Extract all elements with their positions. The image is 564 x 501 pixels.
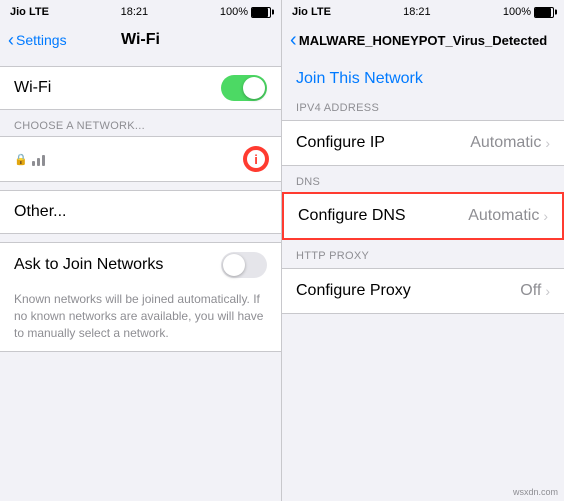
- join-network-link[interactable]: Join This Network: [282, 58, 564, 98]
- ask-join-row: Ask to Join Networks: [0, 243, 281, 287]
- configure-dns-label: Configure DNS: [298, 207, 406, 225]
- configure-ip-label: Configure IP: [296, 134, 385, 152]
- left-status-bar: Jio LTE 18:21 100%: [0, 0, 281, 22]
- wifi-toggle-label: Wi-Fi: [14, 79, 51, 97]
- http-proxy-section-header: HTTP PROXY: [282, 246, 564, 266]
- configure-proxy-value-text: Off: [520, 282, 541, 300]
- wifi-toggle[interactable]: [221, 75, 267, 101]
- dns-list: Configure DNS Automatic ›: [282, 192, 564, 240]
- configure-ip-value-text: Automatic: [470, 134, 541, 152]
- other-network-row[interactable]: Other...: [0, 190, 281, 234]
- left-carrier: Jio LTE: [10, 6, 49, 18]
- configure-dns-value-text: Automatic: [468, 207, 539, 225]
- left-back-button[interactable]: ‹ Settings: [8, 30, 67, 51]
- configure-proxy-row[interactable]: Configure Proxy Off ›: [282, 269, 564, 313]
- ipv4-section-header: IPV4 ADDRESS: [282, 98, 564, 118]
- right-panel: Jio LTE 18:21 100% ‹ MALWARE_HONEYPOT_Vi…: [282, 0, 564, 501]
- right-back-chevron-icon: ‹: [290, 29, 297, 52]
- configure-dns-chevron-icon: ›: [543, 208, 548, 224]
- right-battery-icon: [534, 7, 554, 18]
- left-time: 18:21: [121, 6, 149, 18]
- right-nav-bar: ‹ MALWARE_HONEYPOT_Virus_Detected: [282, 22, 564, 58]
- ask-join-section: Ask to Join Networks Known networks will…: [0, 242, 281, 352]
- right-nav-title: MALWARE_HONEYPOT_Virus_Detected: [299, 33, 547, 48]
- other-network-label: Other...: [14, 203, 66, 221]
- wifi-toggle-row: Wi-Fi: [14, 67, 267, 109]
- http-proxy-list: Configure Proxy Off ›: [282, 268, 564, 314]
- right-back-button[interactable]: ‹: [290, 29, 297, 52]
- right-carrier: Jio LTE: [292, 6, 331, 18]
- right-battery-fill: [535, 8, 551, 17]
- lock-icon: 🔒: [14, 153, 28, 166]
- network-section-header: CHOOSE A NETWORK...: [0, 110, 281, 136]
- info-icon: i: [254, 152, 258, 167]
- network-info-button[interactable]: i: [245, 148, 267, 170]
- left-nav-title: Wi-Fi: [121, 31, 160, 49]
- left-back-label: Settings: [16, 32, 67, 48]
- right-status-right: 100%: [503, 6, 554, 18]
- left-battery-fill: [252, 8, 268, 17]
- wifi-toggle-thumb: [243, 77, 265, 99]
- configure-proxy-chevron-icon: ›: [545, 283, 550, 299]
- left-status-right: 100%: [220, 6, 271, 18]
- configure-dns-value: Automatic ›: [468, 207, 548, 225]
- watermark: wsxdn.com: [513, 487, 558, 497]
- network-row[interactable]: 🔒 i: [0, 137, 281, 181]
- configure-ip-chevron-icon: ›: [545, 135, 550, 151]
- configure-dns-row[interactable]: Configure DNS Automatic ›: [284, 194, 562, 238]
- right-time: 18:21: [403, 6, 431, 18]
- wifi-signal-icon: [32, 152, 45, 166]
- right-status-bar: Jio LTE 18:21 100%: [282, 0, 564, 22]
- left-battery-pct: 100%: [220, 6, 248, 18]
- dns-section-header: DNS: [282, 172, 564, 192]
- wifi-toggle-section: Wi-Fi: [0, 66, 281, 110]
- ask-join-toggle[interactable]: [221, 252, 267, 278]
- left-battery-icon: [251, 7, 271, 18]
- network-list: 🔒 i: [0, 136, 281, 182]
- left-nav-bar: ‹ Settings Wi-Fi: [0, 22, 281, 58]
- left-panel: Jio LTE 18:21 100% ‹ Settings Wi-Fi Wi-F…: [0, 0, 282, 501]
- right-battery-pct: 100%: [503, 6, 531, 18]
- configure-proxy-label: Configure Proxy: [296, 282, 411, 300]
- configure-ip-value: Automatic ›: [470, 134, 550, 152]
- configure-proxy-value: Off ›: [520, 282, 550, 300]
- ask-join-desc: Known networks will be joined automatica…: [0, 287, 281, 351]
- left-back-chevron-icon: ‹: [8, 30, 14, 51]
- network-icons: 🔒: [14, 152, 45, 166]
- ask-join-toggle-thumb: [223, 254, 245, 276]
- ipv4-list: Configure IP Automatic ›: [282, 120, 564, 166]
- ask-join-label: Ask to Join Networks: [14, 256, 163, 274]
- configure-ip-row[interactable]: Configure IP Automatic ›: [282, 121, 564, 165]
